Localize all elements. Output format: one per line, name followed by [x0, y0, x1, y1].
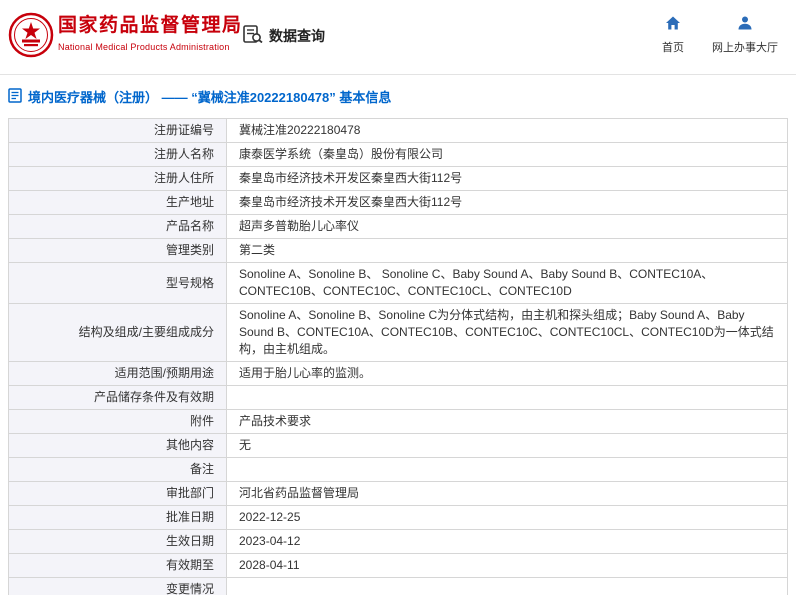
table-row: 生效日期 2023-04-12	[8, 529, 788, 554]
field-value: 产品技术要求	[226, 409, 788, 434]
site-header: 国家药品监督管理局 National Medical Products Admi…	[0, 0, 796, 75]
field-value: 超声多普勒胎儿心率仪	[226, 214, 788, 239]
registration-info-table: 注册证编号 冀械注准20222180478 注册人名称 康泰医学系统（秦皇岛）股份有限…	[8, 118, 788, 595]
table-row: 注册人名称 康泰医学系统（秦皇岛）股份有限公司	[8, 142, 788, 167]
online-service-hall-label: 网上办事大厅	[712, 42, 778, 54]
field-value: Sonoline A、Sonoline B、Sonoline C为分体式结构，由…	[226, 303, 788, 362]
field-value: 无	[226, 433, 788, 458]
table-row: 管理类别 第二类	[8, 238, 788, 263]
breadcrumb: 境内医疗器械（注册） —— “冀械注准20222180478” 基本信息	[0, 75, 796, 116]
field-label: 其他内容	[8, 433, 227, 458]
page: 国家药品监督管理局 National Medical Products Admi…	[0, 0, 796, 595]
breadcrumb-text: 境内医疗器械（注册） —— “冀械注准20222180478” 基本信息	[28, 90, 392, 105]
field-value: 康泰医学系统（秦皇岛）股份有限公司	[226, 142, 788, 167]
table-row: 产品名称 超声多普勒胎儿心率仪	[8, 214, 788, 239]
field-label: 注册证编号	[8, 118, 227, 143]
table-row: 其他内容无	[8, 433, 788, 458]
org-name-cn: 国家药品监督管理局	[58, 15, 243, 36]
field-label: 注册人住所	[8, 166, 227, 191]
field-value: 冀械注准20222180478	[226, 118, 788, 143]
user-icon	[737, 15, 753, 34]
field-label: 批准日期	[8, 505, 227, 530]
field-value: 秦皇岛市经济技术开发区秦皇西大街112号	[226, 166, 788, 191]
field-value	[226, 385, 788, 410]
field-label: 审批部门	[8, 481, 227, 506]
table-row: 适用范围/预期用途 适用于胎儿心率的监测。	[8, 361, 788, 386]
field-value: 2028-04-11	[226, 553, 788, 578]
table-row: 有效期至 2028-04-11	[8, 553, 788, 578]
table-row: 结构及组成/主要组成成分 Sonoline A、Sonoline B、Sonoli…	[8, 303, 788, 362]
field-value: 适用于胎儿心率的监测。	[226, 361, 788, 386]
field-label: 型号规格	[8, 262, 227, 304]
field-label: 产品名称	[8, 214, 227, 239]
field-value: 第二类	[226, 238, 788, 263]
online-service-hall-link[interactable]: 网上办事大厅	[712, 15, 778, 55]
field-label: 产品储存条件及有效期	[8, 385, 227, 410]
table-row: 附件 产品技术要求	[8, 409, 788, 434]
field-value	[226, 577, 788, 595]
data-query-label: 数据查询	[269, 27, 325, 44]
table-row: 型号规格 Sonoline A、Sonoline B、 Sonoline C、Ba…	[8, 262, 788, 304]
table-row: 备注	[8, 457, 788, 482]
org-name-en: National Medical Products Administration	[58, 42, 230, 52]
table-row: 产品储存条件及有效期	[8, 385, 788, 410]
field-value: 秦皇岛市经济技术开发区秦皇西大街112号	[226, 190, 788, 215]
field-value: 2022-12-25	[226, 505, 788, 530]
field-label: 管理类别	[8, 238, 227, 263]
table-row: 生产地址 秦皇岛市经济技术开发区秦皇西大街112号	[8, 190, 788, 215]
field-value: 河北省药品监督管理局	[226, 481, 788, 506]
field-label: 注册人名称	[8, 142, 227, 167]
field-label: 备注	[8, 457, 227, 482]
home-icon	[665, 15, 681, 34]
field-label: 生效日期	[8, 529, 227, 554]
home-link[interactable]: 首页	[662, 15, 684, 55]
table-row: 注册证编号 冀械注准20222180478	[8, 118, 788, 143]
org-title-block: 国家药品监督管理局 National Medical Products Admi…	[58, 15, 243, 52]
nmpa-emblem-logo	[8, 12, 54, 58]
field-value: 2023-04-12	[226, 529, 788, 554]
field-label: 附件	[8, 409, 227, 434]
field-value	[226, 457, 788, 482]
field-label: 适用范围/预期用途	[8, 361, 227, 386]
table-row: 变更情况	[8, 577, 788, 595]
field-value: Sonoline A、Sonoline B、 Sonoline C、Baby S…	[226, 262, 788, 304]
home-link-label: 首页	[662, 42, 684, 54]
table-row: 注册人住所 秦皇岛市经济技术开发区秦皇西大街112号	[8, 166, 788, 191]
data-query-nav[interactable]: 数据查询	[243, 25, 325, 46]
data-query-icon	[243, 25, 263, 46]
field-label: 结构及组成/主要组成成分	[8, 303, 227, 362]
quick-links: 首页 网上办事大厅	[662, 15, 778, 55]
field-label: 有效期至	[8, 553, 227, 578]
document-icon	[8, 87, 22, 106]
field-label: 生产地址	[8, 190, 227, 215]
table-row: 批准日期 2022-12-25	[8, 505, 788, 530]
field-label: 变更情况	[8, 577, 227, 595]
table-row: 审批部门 河北省药品监督管理局	[8, 481, 788, 506]
